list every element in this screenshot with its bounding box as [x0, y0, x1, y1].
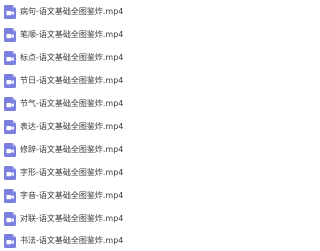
file-name: 笔顺-语文基础全图鉴炸.mp4: [20, 30, 124, 39]
video-file-icon: [4, 5, 17, 19]
video-file-icon: [4, 189, 17, 203]
file-name: 对联-语文基础全图鉴炸.mp4: [20, 214, 124, 223]
video-file-icon: [4, 120, 17, 134]
video-file-icon: [4, 74, 17, 88]
file-row[interactable]: 节日-语文基础全图鉴炸.mp4: [0, 71, 260, 91]
file-row[interactable]: 修辞-语文基础全图鉴炸.mp4: [0, 140, 260, 160]
video-file-icon: [4, 51, 17, 65]
file-row[interactable]: 标点-语文基础全图鉴炸.mp4: [0, 48, 260, 68]
file-row[interactable]: 笔顺-语文基础全图鉴炸.mp4: [0, 25, 260, 45]
file-name: 节气-语文基础全图鉴炸.mp4: [20, 99, 124, 108]
file-row[interactable]: 字音-语文基础全图鉴炸.mp4: [0, 186, 260, 206]
file-row[interactable]: 病句-语文基础全图鉴炸.mp4: [0, 2, 260, 22]
video-file-icon: [4, 143, 17, 157]
file-row[interactable]: 字形-语文基础全图鉴炸.mp4: [0, 163, 260, 183]
file-name: 字音-语文基础全图鉴炸.mp4: [20, 191, 124, 200]
file-row[interactable]: 对联-语文基础全图鉴炸.mp4: [0, 209, 260, 229]
file-name: 节日-语文基础全图鉴炸.mp4: [20, 76, 124, 85]
file-row[interactable]: 节气-语文基础全图鉴炸.mp4: [0, 94, 260, 114]
video-file-icon: [4, 28, 17, 42]
file-name: 表达-语文基础全图鉴炸.mp4: [20, 122, 124, 131]
file-name: 字形-语文基础全图鉴炸.mp4: [20, 168, 124, 177]
file-name: 书法-语文基础全图鉴炸.mp4: [20, 236, 124, 245]
file-list: 病句-语文基础全图鉴炸.mp4 笔顺-语文基础全图鉴炸.mp4 标点-语文基础全…: [0, 0, 260, 250]
file-row[interactable]: 表达-语文基础全图鉴炸.mp4: [0, 117, 260, 137]
file-name: 病句-语文基础全图鉴炸.mp4: [20, 7, 124, 16]
file-name: 标点-语文基础全图鉴炸.mp4: [20, 53, 124, 62]
file-row[interactable]: 书法-语文基础全图鉴炸.mp4: [0, 231, 260, 251]
video-file-icon: [4, 166, 17, 180]
video-file-icon: [4, 97, 17, 111]
video-file-icon: [4, 212, 17, 226]
video-file-icon: [4, 234, 17, 248]
file-name: 修辞-语文基础全图鉴炸.mp4: [20, 145, 124, 154]
